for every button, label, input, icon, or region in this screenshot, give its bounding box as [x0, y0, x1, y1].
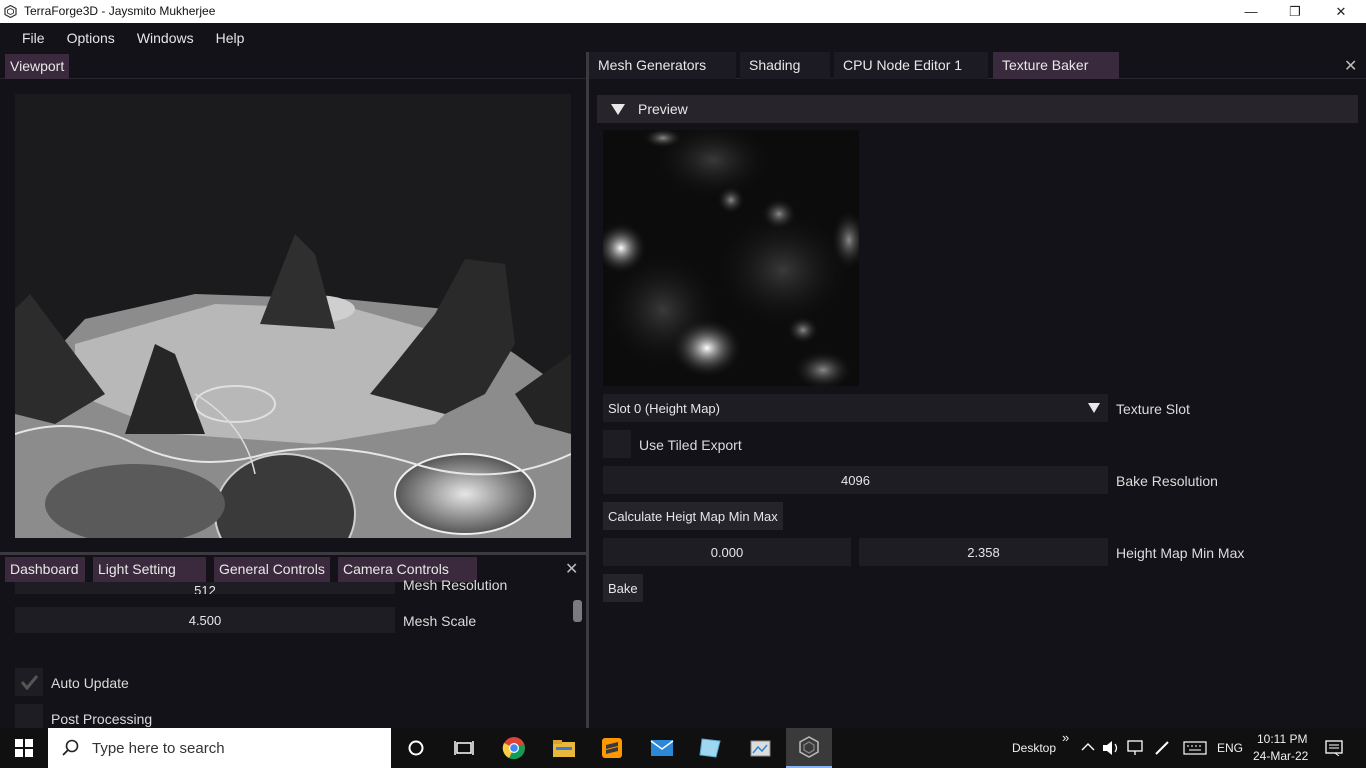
dropdown-arrow-icon — [1088, 403, 1100, 413]
menu-windows[interactable]: Windows — [126, 30, 205, 46]
auto-update-checkbox[interactable] — [15, 668, 43, 696]
menu-bar: File Options Windows Help — [0, 23, 1366, 52]
mesh-resolution-value: 512 — [194, 583, 216, 594]
minimize-button[interactable]: — — [1228, 0, 1274, 23]
height-min-value: 0.000 — [710, 544, 744, 560]
file-explorer-icon[interactable] — [550, 734, 578, 762]
close-panel-icon[interactable]: ✕ — [1344, 56, 1357, 76]
tab-texture-baker[interactable]: Texture Baker — [993, 52, 1119, 79]
clock-date[interactable]: 24-Mar-22 — [1253, 749, 1308, 763]
mesh-scale-label: Mesh Scale — [403, 613, 477, 629]
title-bar: TerraForge3D - Jaysmito Mukherjee — ❐ ✕ — [0, 0, 1366, 23]
chevron-icon[interactable]: » — [1062, 730, 1069, 745]
mesh-scale-value: 4.500 — [188, 612, 222, 628]
collapse-triangle-icon — [611, 103, 625, 115]
height-map-preview — [603, 130, 859, 386]
image-viewer-icon[interactable] — [746, 734, 774, 762]
mesh-resolution-label: Mesh Resolution — [403, 578, 508, 592]
task-view-icon[interactable] — [450, 734, 478, 762]
height-max-value: 2.358 — [967, 544, 1000, 560]
chrome-icon[interactable] — [500, 734, 528, 762]
cortana-icon[interactable] — [402, 734, 430, 762]
bake-resolution-label: Bake Resolution — [1116, 473, 1218, 489]
height-map-min-max-label: Height Map Min Max — [1116, 545, 1245, 561]
search-placeholder: Type here to search — [92, 739, 225, 757]
clock-time[interactable]: 10:11 PM — [1257, 732, 1307, 746]
mail-icon[interactable] — [648, 734, 676, 762]
taskbar: Type here to search Desktop » ENG 10:11 … — [0, 728, 1366, 768]
tab-light-setting[interactable]: Light Setting — [93, 557, 206, 582]
calculate-min-max-button[interactable]: Calculate Heigt Map Min Max — [603, 502, 783, 530]
restore-icon: ❐ — [1289, 3, 1301, 19]
checkmark-icon — [20, 675, 39, 691]
chevron-up-icon[interactable] — [1081, 742, 1095, 752]
post-processing-checkbox[interactable] — [15, 704, 43, 728]
preview-header-label: Preview — [638, 101, 688, 117]
sublime-text-icon[interactable] — [598, 734, 626, 762]
controls-scrollbar[interactable] — [573, 600, 582, 622]
volume-icon[interactable] — [1102, 740, 1120, 756]
texture-baker-panel: Mesh Generators Shading CPU Node Editor … — [589, 52, 1366, 728]
tab-cpu-node-editor[interactable]: CPU Node Editor 1 — [834, 52, 988, 79]
tab-viewport[interactable]: Viewport — [5, 54, 70, 79]
height-min-input[interactable]: 0.000 — [603, 538, 851, 566]
auto-update-label: Auto Update — [51, 675, 129, 691]
viewport-3d-render[interactable] — [15, 94, 571, 538]
bake-button[interactable]: Bake — [603, 574, 643, 602]
viewport-panel: Viewport — [0, 52, 586, 552]
keyboard-icon[interactable] — [1183, 741, 1207, 755]
restore-button[interactable]: ❐ — [1272, 0, 1318, 23]
texture-slot-label: Texture Slot — [1116, 401, 1190, 417]
app-logo-icon — [4, 5, 17, 18]
minimize-icon: — — [1244, 4, 1258, 19]
use-tiled-export-checkbox[interactable] — [603, 430, 631, 458]
bake-resolution-input[interactable]: 4096 — [603, 466, 1108, 494]
terraforge-taskbar-icon[interactable] — [786, 728, 832, 768]
terrain-render — [15, 94, 571, 538]
windows-logo-icon — [15, 739, 33, 757]
bake-resolution-value: 4096 — [841, 472, 870, 488]
close-panel-icon[interactable]: ✕ — [565, 559, 578, 579]
mesh-scale-input[interactable]: 4.500 — [15, 607, 395, 633]
network-icon[interactable] — [1127, 740, 1145, 756]
taskbar-search-input[interactable]: Type here to search — [48, 728, 391, 768]
app-icon-blue[interactable] — [696, 734, 724, 762]
pen-icon[interactable] — [1154, 740, 1172, 756]
use-tiled-export-label: Use Tiled Export — [639, 437, 742, 453]
tab-general-controls[interactable]: General Controls — [214, 557, 330, 582]
post-processing-label: Post Processing — [51, 711, 153, 727]
mesh-resolution-input[interactable]: 512 — [15, 582, 395, 594]
desktop-toolbar-label[interactable]: Desktop — [1012, 741, 1056, 755]
language-indicator[interactable]: ENG — [1217, 741, 1243, 755]
menu-file[interactable]: File — [0, 30, 56, 46]
close-icon: ✕ — [1335, 3, 1347, 19]
controls-panel: Dashboard Light Setting General Controls… — [0, 555, 586, 728]
notifications-icon[interactable] — [1325, 740, 1343, 756]
texture-slot-value: Slot 0 (Height Map) — [608, 400, 720, 416]
viewport-tabstrip: Viewport — [0, 52, 586, 79]
window-title: TerraForge3D - Jaysmito Mukherjee — [24, 4, 216, 18]
close-window-button[interactable]: ✕ — [1318, 0, 1364, 23]
search-icon — [62, 739, 79, 756]
right-tabstrip: Mesh Generators Shading CPU Node Editor … — [589, 52, 1366, 79]
height-max-input[interactable]: 2.358 — [859, 538, 1108, 566]
start-button[interactable] — [0, 728, 48, 768]
tab-mesh-generators[interactable]: Mesh Generators — [589, 52, 736, 79]
preview-collapsing-header[interactable]: Preview — [597, 95, 1358, 123]
menu-help[interactable]: Help — [205, 30, 256, 46]
menu-options[interactable]: Options — [56, 30, 126, 46]
tab-shading[interactable]: Shading — [740, 52, 830, 79]
texture-slot-select[interactable]: Slot 0 (Height Map) — [603, 394, 1108, 422]
height-map-image — [603, 130, 859, 386]
tab-dashboard[interactable]: Dashboard — [5, 557, 85, 582]
